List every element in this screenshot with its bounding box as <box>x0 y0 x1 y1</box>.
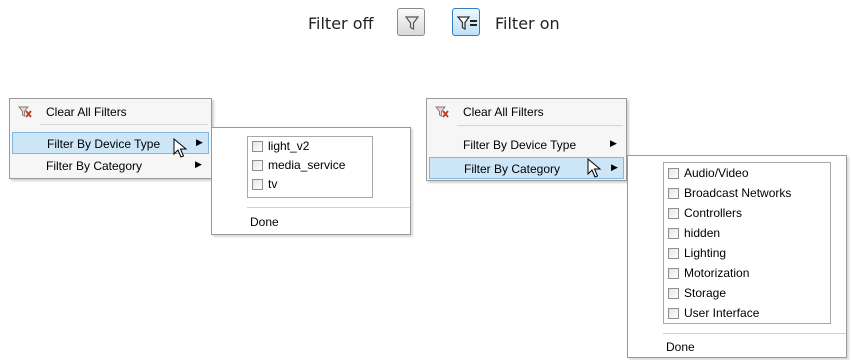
checkbox[interactable] <box>668 208 679 219</box>
menu-item-label: Clear All Filters <box>46 105 127 119</box>
option-label: Lighting <box>684 246 727 260</box>
menu-item-label: Clear All Filters <box>463 105 544 119</box>
submenu-arrow-icon: ▶ <box>196 137 203 147</box>
done-button[interactable]: Done <box>666 340 695 354</box>
filter-off-label: Filter off <box>308 14 374 33</box>
menu-item-label: Filter By Category <box>464 162 561 176</box>
submenu-arrow-icon: ▶ <box>195 159 202 169</box>
option-label: Audio/Video <box>684 166 749 180</box>
clear-filter-icon <box>435 106 449 121</box>
filter-active-icon <box>456 16 477 31</box>
checkbox[interactable] <box>252 160 263 171</box>
mouse-cursor-icon <box>587 158 602 178</box>
filter-on-button[interactable] <box>452 8 480 36</box>
menu-item-clear-all-filters[interactable]: Clear All Filters <box>12 101 209 123</box>
submenu-arrow-icon: ▶ <box>610 138 617 148</box>
filter-legend: Filter off Filter on <box>0 8 851 38</box>
option-label: Storage <box>684 286 727 300</box>
option-label: tv <box>268 177 278 191</box>
done-button[interactable]: Done <box>250 215 279 229</box>
checkbox[interactable] <box>668 308 679 319</box>
submenu-divider <box>663 333 846 334</box>
menu-item-clear-all-filters[interactable]: Clear All Filters <box>429 101 624 123</box>
device-type-submenu: light_v2 media_service tv Done <box>211 127 411 235</box>
submenu-arrow-icon: ▶ <box>611 162 618 172</box>
checkbox[interactable] <box>252 141 263 152</box>
filter-off-button[interactable] <box>397 8 425 36</box>
checkbox[interactable] <box>252 179 263 190</box>
menu-item-filter-by-device-type[interactable]: Filter By Device Type ▶ <box>429 134 624 156</box>
device-type-checkbox-list: light_v2 media_service tv <box>247 136 373 198</box>
menu-item-label: Filter By Category <box>46 159 143 173</box>
checkbox[interactable] <box>668 228 679 239</box>
filter-on-label: Filter on <box>495 14 560 33</box>
option-label: User Interface <box>684 306 760 320</box>
menu-item-label: Filter By Device Type <box>47 137 161 151</box>
option-label: Broadcast Networks <box>684 186 792 200</box>
category-checkbox-list: Audio/Video Broadcast Networks Controlle… <box>663 162 831 324</box>
category-submenu: Audio/Video Broadcast Networks Controlle… <box>627 155 847 358</box>
option-label: Controllers <box>684 206 743 220</box>
checkbox[interactable] <box>668 188 679 199</box>
mouse-cursor-icon <box>173 138 188 158</box>
checkbox[interactable] <box>668 248 679 259</box>
checkbox[interactable] <box>668 288 679 299</box>
checkbox[interactable] <box>668 168 679 179</box>
menu-separator <box>457 125 623 126</box>
option-label: Motorization <box>684 266 750 280</box>
submenu-divider <box>247 207 410 208</box>
menu-item-label: Filter By Device Type <box>463 138 577 152</box>
clear-filter-icon <box>18 106 32 121</box>
option-label: media_service <box>268 158 346 172</box>
filter-icon <box>404 16 420 30</box>
option-label: hidden <box>684 226 721 240</box>
option-label: light_v2 <box>268 139 310 153</box>
menu-separator <box>40 124 208 125</box>
checkbox[interactable] <box>668 268 679 279</box>
